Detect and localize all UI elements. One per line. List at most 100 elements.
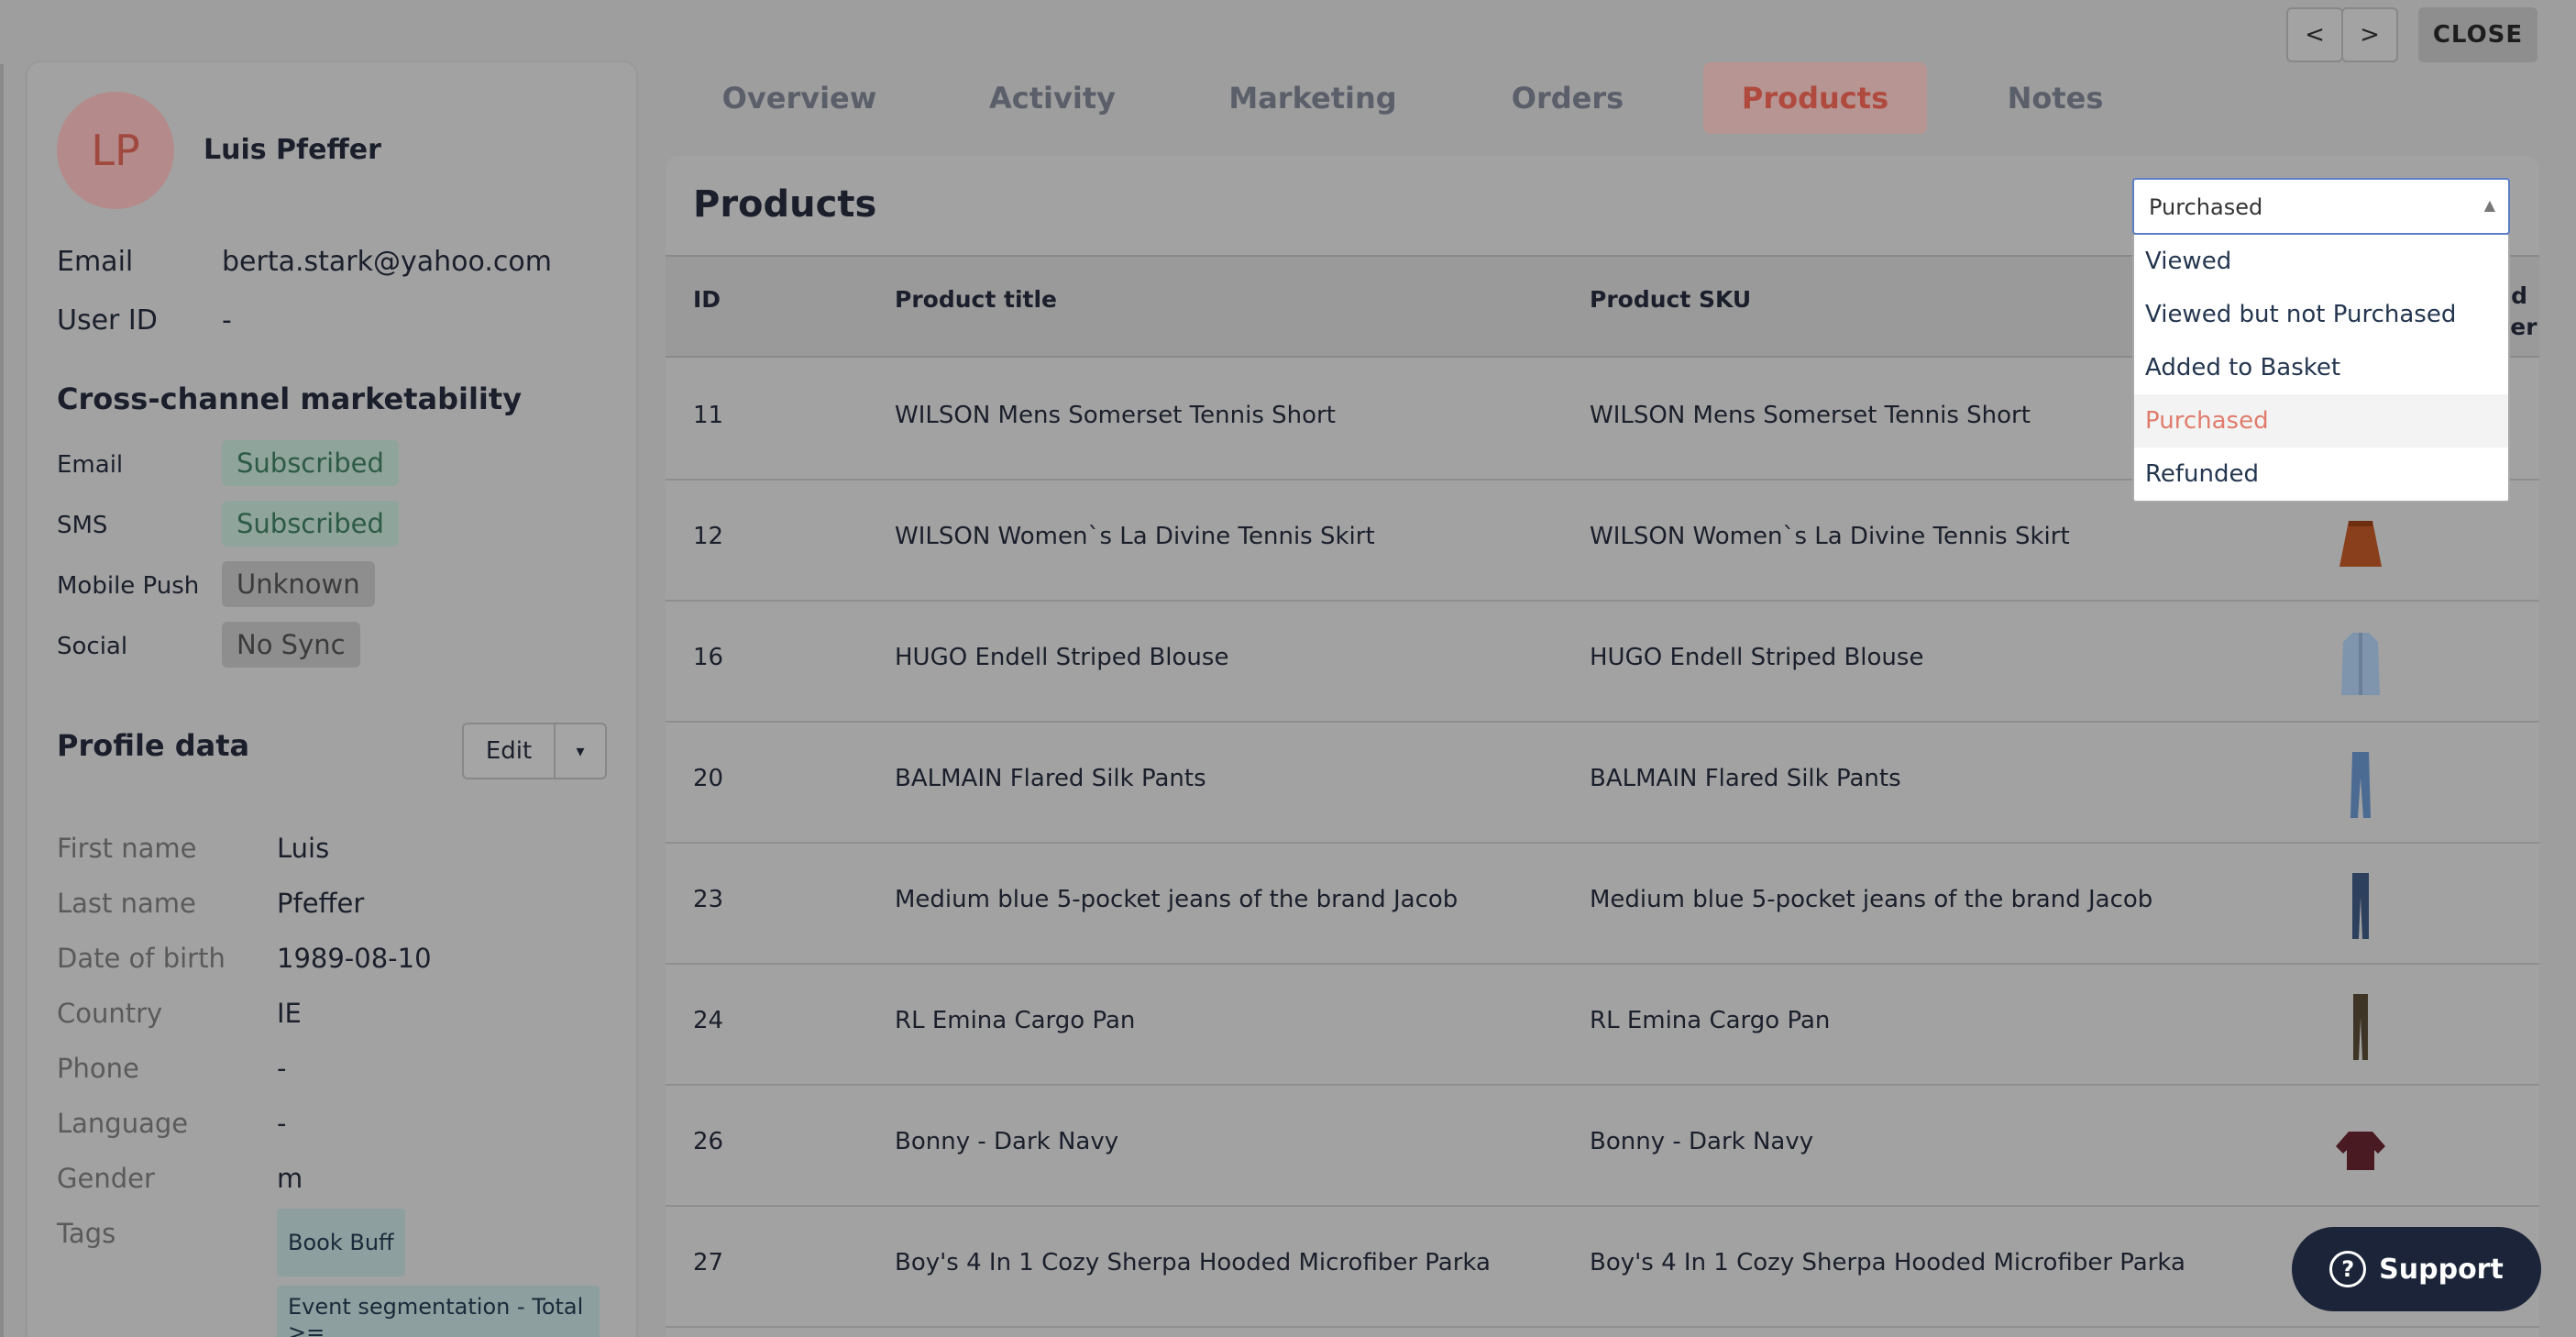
cell-id: 20 — [693, 765, 724, 792]
option-refunded[interactable]: Refunded — [2134, 448, 2508, 501]
edit-button-group: Edit ▾ — [462, 723, 607, 779]
flared-pants-thumbnail-icon — [2350, 752, 2371, 818]
field-value-date-of-birth: 1989-08-10 — [277, 943, 432, 974]
tab-activity[interactable]: Activity — [977, 62, 1128, 134]
field-value-phone: - — [277, 1053, 287, 1084]
channel-label-email: Email — [57, 451, 124, 479]
products-title: Products — [693, 183, 877, 226]
cell-product-title: HUGO Endell Striped Blouse — [895, 644, 1229, 671]
cell-product-title: Boy's 4 In 1 Cozy Sherpa Hooded Microfib… — [895, 1249, 1491, 1276]
column-header-product-title: Product title — [895, 286, 1057, 313]
edit-button[interactable]: Edit — [462, 723, 554, 779]
cell-product-sku: Boy's 4 In 1 Cozy Sherpa Hooded Microfib… — [1590, 1249, 2185, 1276]
user-id-value: - — [222, 304, 232, 337]
cell-product-sku: WILSON Women`s La Divine Tennis Skirt — [1590, 523, 2070, 550]
channel-label-sms: SMS — [57, 512, 108, 539]
edit-dropdown-toggle[interactable]: ▾ — [554, 723, 607, 779]
profile-data-title: Profile data — [57, 728, 250, 763]
tab-notes[interactable]: Notes — [1995, 62, 2116, 134]
email-value: berta.stark@yahoo.com — [222, 246, 552, 278]
caret-up-icon: ▲ — [2483, 196, 2495, 214]
option-added-to-basket[interactable]: Added to Basket — [2134, 341, 2508, 394]
field-value-last-name: Pfeffer — [277, 888, 365, 919]
cell-product-title: WILSON Women`s La Divine Tennis Skirt — [895, 523, 1375, 550]
field-value-first-name: Luis — [277, 833, 330, 864]
product-filter-select[interactable]: Purchased ▲ — [2132, 178, 2510, 235]
cell-product-sku: Bonny - Dark Navy — [1590, 1128, 1814, 1155]
column-header-product-sku: Product SKU — [1590, 286, 1752, 313]
field-value-country: IE — [277, 998, 302, 1029]
app-root: < > CLOSE LP Luis Pfeffer Email berta.st… — [0, 0, 2576, 1337]
cell-product-title: Medium blue 5-pocket jeans of the brand … — [895, 886, 1459, 913]
previous-button[interactable]: < — [2286, 7, 2343, 62]
table-row[interactable]: 16 HUGO Endell Striped Blouse HUGO Endel… — [666, 602, 2539, 723]
table-row[interactable]: 27 Boy's 4 In 1 Cozy Sherpa Hooded Micro… — [666, 1207, 2539, 1328]
cell-product-title: Bonny - Dark Navy — [895, 1128, 1119, 1155]
field-label-phone: Phone — [57, 1053, 139, 1084]
select-value: Purchased — [2149, 194, 2263, 220]
tab-marketing[interactable]: Marketing — [1219, 62, 1406, 134]
email-label: Email — [57, 246, 134, 278]
tag-chip: Event segmentation - Total >= — [277, 1286, 600, 1337]
field-label-country: Country — [57, 998, 163, 1029]
field-value-gender: m — [277, 1163, 303, 1194]
status-badge-mobile-push: Unknown — [222, 561, 375, 607]
table-row[interactable]: 24 RL Emina Cargo Pan RL Emina Cargo Pan — [666, 965, 2539, 1086]
cell-product-sku: Medium blue 5-pocket jeans of the brand … — [1590, 886, 2153, 913]
option-purchased[interactable]: Purchased — [2134, 394, 2508, 448]
product-filter-options: Viewed Viewed but not Purchased Added to… — [2132, 235, 2510, 503]
tab-orders[interactable]: Orders — [1494, 62, 1641, 134]
sweater-thumbnail-icon — [2336, 1132, 2385, 1170]
next-button[interactable]: > — [2341, 7, 2398, 62]
caret-down-icon: ▾ — [576, 741, 585, 761]
jeans-thumbnail-icon — [2352, 873, 2369, 939]
cell-product-sku: RL Emina Cargo Pan — [1590, 1007, 1831, 1034]
cell-id: 16 — [693, 644, 724, 671]
cell-id: 24 — [693, 1007, 724, 1034]
blouse-thumbnail-icon — [2341, 633, 2380, 695]
field-label-date-of-birth: Date of birth — [57, 943, 226, 974]
cell-product-sku: WILSON Mens Somerset Tennis Short — [1590, 402, 2031, 429]
skirt-thumbnail-icon — [2339, 521, 2382, 567]
field-label-first-name: First name — [57, 833, 197, 864]
cell-id: 26 — [693, 1128, 724, 1155]
cell-product-title: BALMAIN Flared Silk Pants — [895, 765, 1206, 792]
window-edge — [0, 64, 4, 1337]
profile-panel: LP Luis Pfeffer Email berta.stark@yahoo.… — [28, 62, 636, 1337]
cell-id: 27 — [693, 1249, 724, 1276]
field-value-language: - — [277, 1108, 287, 1139]
cell-product-title: WILSON Mens Somerset Tennis Short — [895, 402, 1336, 429]
table-row[interactable]: 20 BALMAIN Flared Silk Pants BALMAIN Fla… — [666, 723, 2539, 844]
tab-overview[interactable]: Overview — [706, 62, 893, 134]
marketability-title: Cross-channel marketability — [57, 381, 523, 416]
cell-product-sku: HUGO Endell Striped Blouse — [1590, 644, 1924, 671]
status-badge-sms: Subscribed — [222, 501, 399, 547]
tab-products[interactable]: Products — [1703, 62, 1927, 134]
table-row[interactable]: 23 Medium blue 5-pocket jeans of the bra… — [666, 844, 2539, 965]
cell-product-sku: BALMAIN Flared Silk Pants — [1590, 765, 1901, 792]
channel-label-mobile-push: Mobile Push — [57, 572, 200, 600]
field-label-gender: Gender — [57, 1163, 155, 1194]
profile-name: Luis Pfeffer — [204, 134, 381, 166]
cell-id: 12 — [693, 523, 724, 550]
cell-id: 11 — [693, 402, 724, 429]
close-button[interactable]: CLOSE — [2418, 7, 2537, 62]
tag-chip: Book Buff — [277, 1209, 405, 1276]
cell-product-title: RL Emina Cargo Pan — [895, 1007, 1136, 1034]
support-button[interactable]: ? Support — [2292, 1227, 2541, 1311]
user-id-label: User ID — [57, 304, 158, 337]
table-row[interactable]: 26 Bonny - Dark Navy Bonny - Dark Navy — [666, 1086, 2539, 1207]
avatar: LP — [57, 92, 174, 209]
option-viewed-not-purchased[interactable]: Viewed but not Purchased — [2134, 288, 2508, 341]
support-label: Support — [2379, 1253, 2504, 1286]
cell-id: 23 — [693, 886, 724, 913]
tags-label: Tags — [57, 1218, 116, 1249]
field-label-last-name: Last name — [57, 888, 196, 919]
channel-label-social: Social — [57, 633, 128, 660]
option-viewed[interactable]: Viewed — [2134, 235, 2508, 288]
status-badge-social: No Sync — [222, 622, 360, 668]
column-header-id: ID — [693, 286, 721, 313]
help-icon: ? — [2329, 1251, 2367, 1287]
status-badge-email: Subscribed — [222, 440, 399, 486]
cargo-pants-thumbnail-icon — [2353, 994, 2368, 1060]
